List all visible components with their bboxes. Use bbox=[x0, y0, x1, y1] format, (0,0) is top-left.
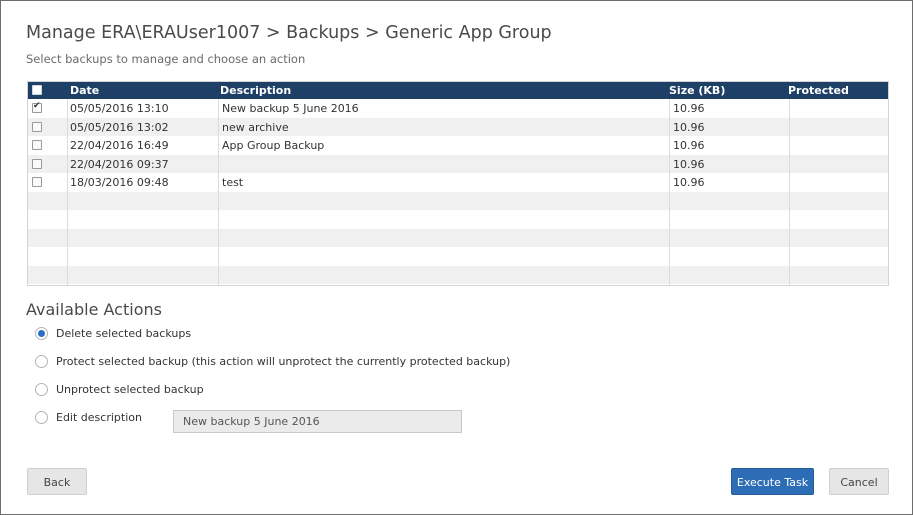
select-all-checkbox[interactable] bbox=[32, 85, 42, 95]
column-divider bbox=[218, 99, 219, 285]
row-checkbox[interactable] bbox=[32, 177, 42, 187]
cell-description: New backup 5 June 2016 bbox=[222, 102, 359, 115]
cancel-button[interactable]: Cancel bbox=[829, 468, 889, 495]
cell-size: 10.96 bbox=[673, 120, 705, 134]
empty-row bbox=[28, 247, 888, 266]
table-row[interactable]: 22/04/2016 16:49 App Group Backup 10.96 bbox=[28, 136, 888, 155]
cell-date: 22/04/2016 09:37 bbox=[70, 157, 169, 171]
delete-option-label[interactable]: Delete selected backups bbox=[56, 327, 191, 340]
column-header-description[interactable]: Description bbox=[220, 84, 291, 97]
cell-description: new archive bbox=[222, 120, 289, 134]
execute-task-button[interactable]: Execute Task bbox=[731, 468, 814, 495]
available-actions-heading: Available Actions bbox=[26, 300, 162, 319]
protect-radio[interactable] bbox=[35, 355, 48, 368]
cell-date: 22/04/2016 16:49 bbox=[70, 139, 169, 152]
table-row[interactable]: 05/05/2016 13:02 new archive 10.96 bbox=[28, 117, 888, 136]
column-divider bbox=[789, 99, 790, 285]
column-divider bbox=[67, 99, 68, 285]
edit-description-radio[interactable] bbox=[35, 411, 48, 424]
empty-row bbox=[28, 265, 888, 284]
cell-size: 10.96 bbox=[673, 139, 705, 152]
cell-date: 05/05/2016 13:02 bbox=[70, 120, 169, 134]
protect-option-label[interactable]: Protect selected backup (this action wil… bbox=[56, 355, 510, 368]
unprotect-radio[interactable] bbox=[35, 383, 48, 396]
table-row[interactable]: 22/04/2016 09:37 10.96 bbox=[28, 154, 888, 173]
dialog-window: Manage ERA\ERAUser1007 > Backups > Gener… bbox=[0, 0, 913, 515]
unprotect-option-label[interactable]: Unprotect selected backup bbox=[56, 383, 204, 396]
empty-row bbox=[28, 191, 888, 210]
cell-date: 18/03/2016 09:48 bbox=[70, 176, 169, 189]
empty-row bbox=[28, 210, 888, 229]
edit-description-option-label[interactable]: Edit description bbox=[56, 411, 142, 424]
column-header-size[interactable]: Size (KB) bbox=[669, 84, 725, 97]
delete-radio[interactable] bbox=[35, 327, 48, 340]
row-checkbox[interactable] bbox=[32, 101, 42, 113]
page-subtitle: Select backups to manage and choose an a… bbox=[26, 52, 306, 66]
table-row[interactable]: 05/05/2016 13:10 New backup 5 June 2016 10… bbox=[28, 99, 888, 118]
column-header-protected[interactable]: Protected bbox=[788, 84, 849, 97]
row-checkbox[interactable] bbox=[32, 158, 42, 169]
cell-size: 10.96 bbox=[673, 157, 705, 171]
table-header: Date Description Size (KB) Protected bbox=[28, 82, 888, 99]
page-title: Manage ERA\ERAUser1007 > Backups > Gener… bbox=[26, 23, 552, 43]
description-input[interactable] bbox=[173, 410, 462, 433]
cell-size: 10.96 bbox=[673, 102, 705, 115]
back-button[interactable]: Back bbox=[27, 468, 87, 495]
row-checkbox[interactable] bbox=[32, 140, 42, 150]
cell-description: App Group Backup bbox=[222, 139, 325, 152]
backups-table: Date Description Size (KB) Protected 05/… bbox=[27, 81, 889, 286]
table-row[interactable]: 18/03/2016 09:48 test 10.96 bbox=[28, 173, 888, 192]
empty-row bbox=[28, 228, 888, 247]
column-header-date[interactable]: Date bbox=[70, 84, 99, 97]
cell-date: 05/05/2016 13:10 bbox=[70, 102, 169, 115]
row-checkbox[interactable] bbox=[32, 121, 42, 132]
column-divider bbox=[669, 99, 670, 285]
cell-size: 10.96 bbox=[673, 176, 705, 189]
cell-description: test bbox=[222, 176, 244, 189]
